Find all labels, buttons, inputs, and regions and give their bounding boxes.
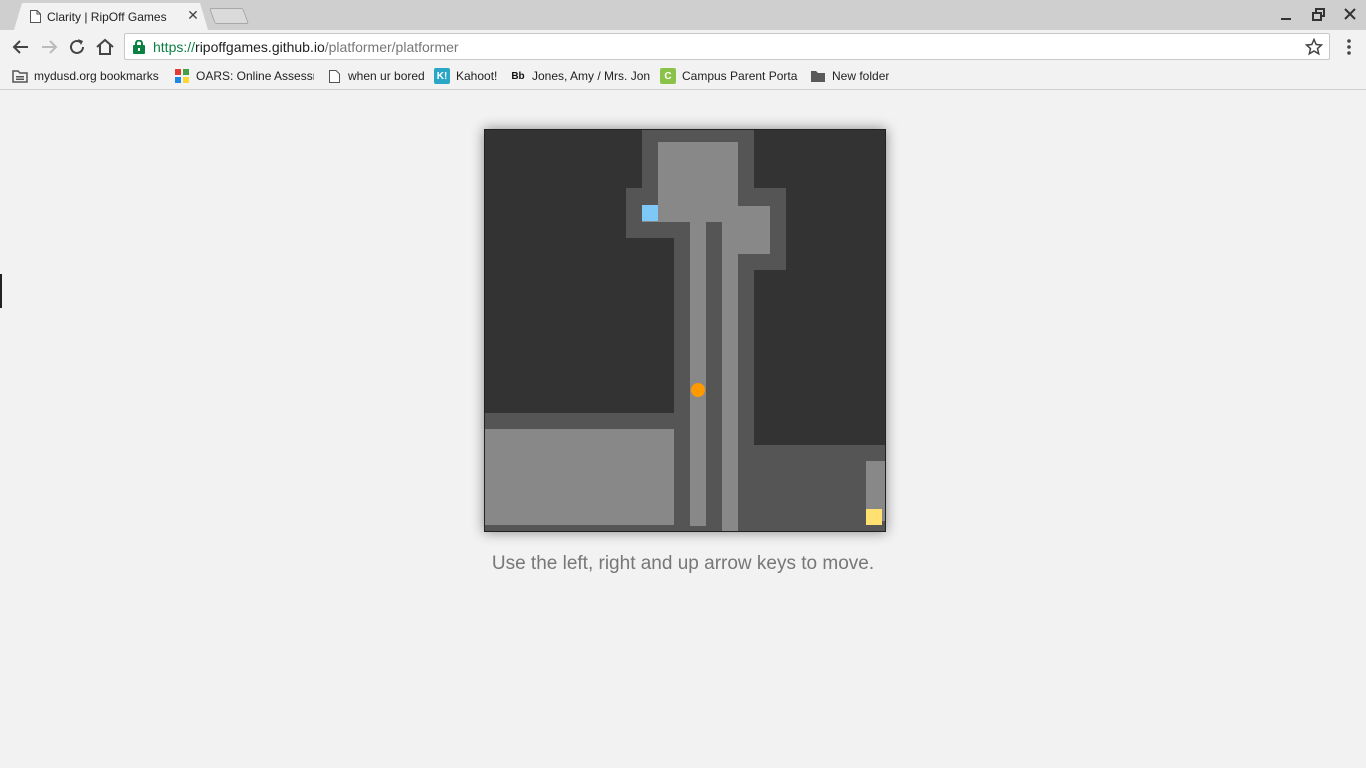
lock-icon xyxy=(133,40,145,54)
bookmark-item[interactable]: C Campus Parent Porta xyxy=(660,67,800,85)
bookmark-label: mydusd.org bookmarks xyxy=(34,69,159,83)
bookmark-label: when ur bored xyxy=(348,69,425,83)
bookmark-item[interactable]: Bb Jones, Amy / Mrs. Jon xyxy=(510,67,650,85)
goal-block xyxy=(866,509,882,525)
bookmark-label: OARS: Online Assessm xyxy=(196,69,314,83)
blackboard-icon: Bb xyxy=(511,70,525,82)
instructions-text: Use the left, right and up arrow keys to… xyxy=(491,553,875,574)
url-text: https://ripoffgames.github.io/platformer… xyxy=(153,39,459,55)
page-icon xyxy=(326,68,342,84)
restore-icon[interactable] xyxy=(1308,5,1330,25)
bookmark-item[interactable]: OARS: Online Assessm xyxy=(174,67,314,85)
close-window-icon[interactable] xyxy=(1340,5,1362,25)
bookmark-star-icon[interactable] xyxy=(1305,38,1323,56)
url-host: ripoffgames.github.io xyxy=(195,39,325,55)
new-tab-button[interactable] xyxy=(209,8,249,24)
address-bar[interactable]: https://ripoffgames.github.io/platformer… xyxy=(124,33,1330,60)
bookmark-label: Campus Parent Porta xyxy=(682,69,798,83)
tab-title: Clarity | RipOff Games xyxy=(47,10,167,24)
bookmark-item[interactable]: mydusd.org bookmarks xyxy=(12,67,159,85)
bookmark-label: Jones, Amy / Mrs. Jon xyxy=(532,69,650,83)
tab-strip: Clarity | RipOff Games ✕ xyxy=(0,0,1366,30)
kahoot-icon: K! xyxy=(434,68,450,84)
bookmark-item[interactable]: New folder xyxy=(810,67,889,85)
url-scheme: https:// xyxy=(153,39,196,55)
toolbar: https://ripoffgames.github.io/platformer… xyxy=(0,30,1366,63)
bookmark-item[interactable]: when ur bored xyxy=(326,67,425,85)
oars-icon xyxy=(174,68,190,84)
page-icon xyxy=(30,10,41,23)
forward-icon[interactable] xyxy=(38,36,60,58)
bookmark-item[interactable]: K! Kahoot! xyxy=(434,67,497,85)
window-edge-marker xyxy=(0,274,2,308)
minimize-icon[interactable] xyxy=(1276,5,1298,25)
reload-icon[interactable] xyxy=(66,36,88,58)
folder-icon xyxy=(810,68,826,84)
browser-chrome: Clarity | RipOff Games ✕ https://ripoffg… xyxy=(0,0,1366,90)
tab-close-icon[interactable]: ✕ xyxy=(186,7,200,24)
game-canvas[interactable] xyxy=(484,129,886,532)
tab-active[interactable]: Clarity | RipOff Games ✕ xyxy=(14,3,208,30)
spawn-block xyxy=(642,205,658,221)
game-level xyxy=(485,130,885,531)
home-icon[interactable] xyxy=(94,36,116,58)
bookmark-label: New folder xyxy=(832,69,890,83)
bookmarks-bar: mydusd.org bookmarks OARS: Online Assess… xyxy=(0,63,1366,87)
url-path: /platformer/platformer xyxy=(324,39,459,55)
menu-icon[interactable] xyxy=(1340,36,1358,58)
bookmark-label: Kahoot! xyxy=(456,69,498,83)
player-dot xyxy=(691,383,705,397)
campus-icon: C xyxy=(660,68,676,84)
back-icon[interactable] xyxy=(10,36,32,58)
folder-bookmarks-icon xyxy=(12,68,28,84)
